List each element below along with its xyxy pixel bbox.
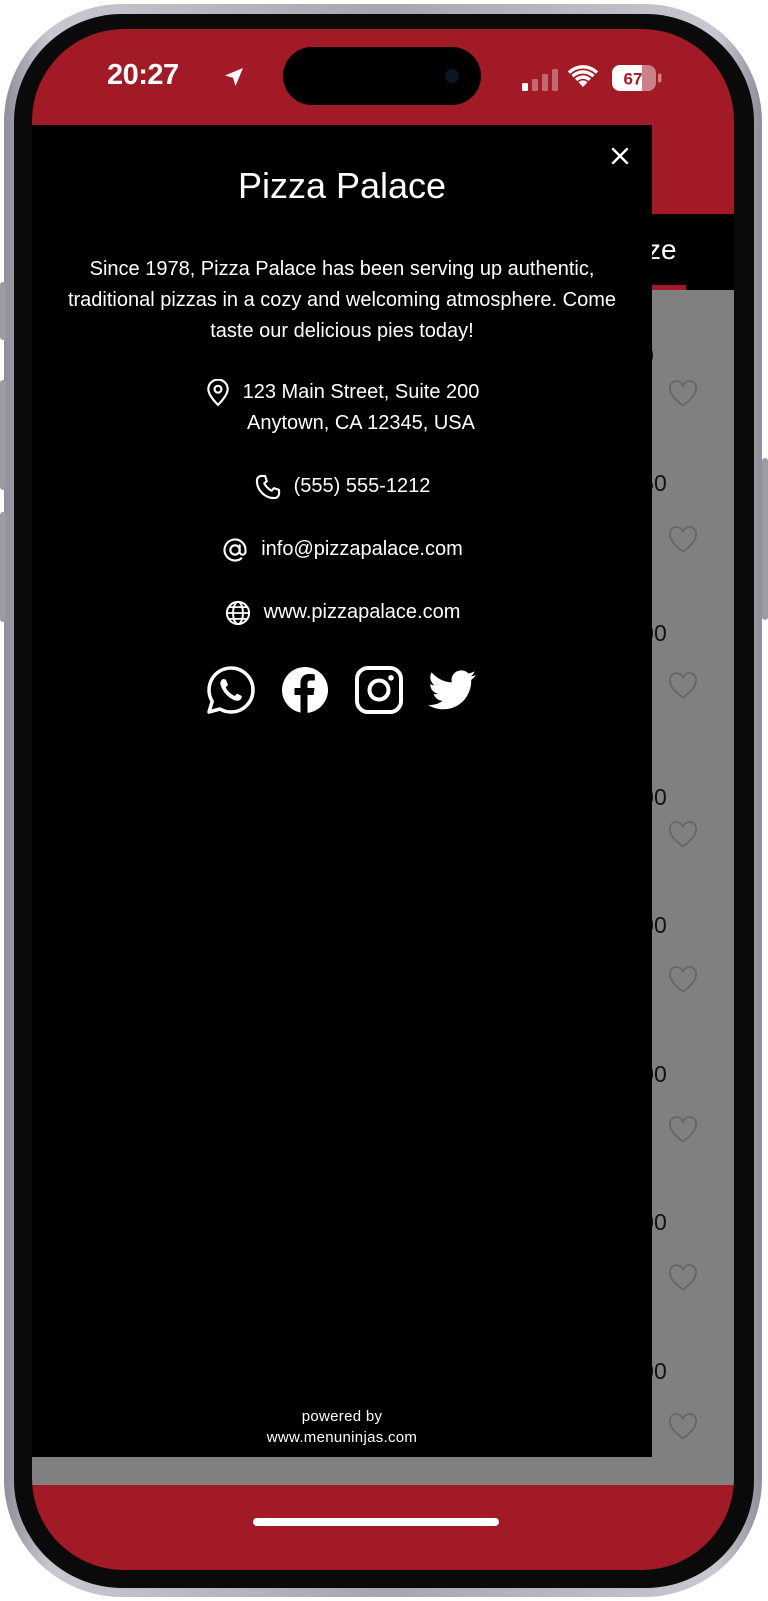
address-line-1: 123 Main Street, Suite 200 — [242, 381, 480, 403]
status-time: 20:27 — [107, 59, 179, 91]
twitter-icon[interactable] — [428, 665, 478, 715]
phone-icon — [255, 474, 280, 500]
restaurant-info-drawer: Pizza Palace Since 1978, Pizza Palace ha… — [32, 125, 652, 1457]
battery-level: 67 — [624, 70, 643, 89]
whatsapp-icon[interactable] — [206, 665, 256, 715]
heart-icon[interactable] — [668, 1413, 698, 1441]
website-url: www.pizzapalace.com — [263, 601, 461, 623]
action-button — [0, 282, 6, 340]
phone-number: (555) 555-1212 — [293, 475, 431, 497]
email-row[interactable]: info@pizzapalace.com — [32, 534, 652, 565]
address-row[interactable]: 123 Main Street, Suite 200 Anytown, CA 1… — [32, 377, 652, 439]
location-pin-icon — [206, 379, 229, 407]
cellular-signal-icon — [522, 69, 558, 91]
camera-dot — [445, 69, 459, 83]
social-links — [32, 665, 652, 715]
dynamic-island — [283, 47, 481, 105]
phone-row[interactable]: (555) 555-1212 — [32, 471, 652, 502]
volume-up-button — [0, 380, 6, 490]
heart-icon[interactable] — [668, 966, 698, 994]
facebook-icon[interactable] — [280, 665, 330, 715]
power-button — [762, 458, 768, 620]
instagram-icon[interactable] — [354, 665, 404, 715]
powered-by: powered by www.menuninjas.com — [32, 1406, 652, 1448]
heart-icon[interactable] — [668, 821, 698, 849]
screen: 20:27 67 ze .900.501.001.0 — [32, 29, 734, 1570]
volume-down-button — [0, 512, 6, 622]
battery-icon: 67 — [612, 65, 662, 91]
location-arrow-icon — [225, 68, 243, 86]
powered-by-link[interactable]: www.menuninjas.com — [32, 1427, 652, 1448]
home-indicator[interactable] — [253, 1518, 499, 1526]
restaurant-name: Pizza Palace — [237, 165, 447, 206]
heart-icon[interactable] — [668, 1116, 698, 1144]
heart-icon[interactable] — [668, 672, 698, 700]
heart-icon[interactable] — [668, 526, 698, 554]
at-sign-icon — [223, 538, 247, 562]
status-bar: 20:27 67 — [32, 29, 734, 125]
restaurant-about: Since 1978, Pizza Palace has been servin… — [67, 258, 617, 342]
globe-icon — [225, 600, 250, 626]
heart-icon[interactable] — [668, 380, 698, 408]
website-row[interactable]: www.pizzapalace.com — [32, 597, 652, 628]
heart-icon[interactable] — [668, 1264, 698, 1292]
email-address: info@pizzapalace.com — [261, 538, 463, 560]
wifi-icon — [567, 65, 599, 87]
powered-by-label: powered by — [301, 1408, 383, 1425]
address-line-2: Anytown, CA 12345, USA — [247, 412, 475, 434]
